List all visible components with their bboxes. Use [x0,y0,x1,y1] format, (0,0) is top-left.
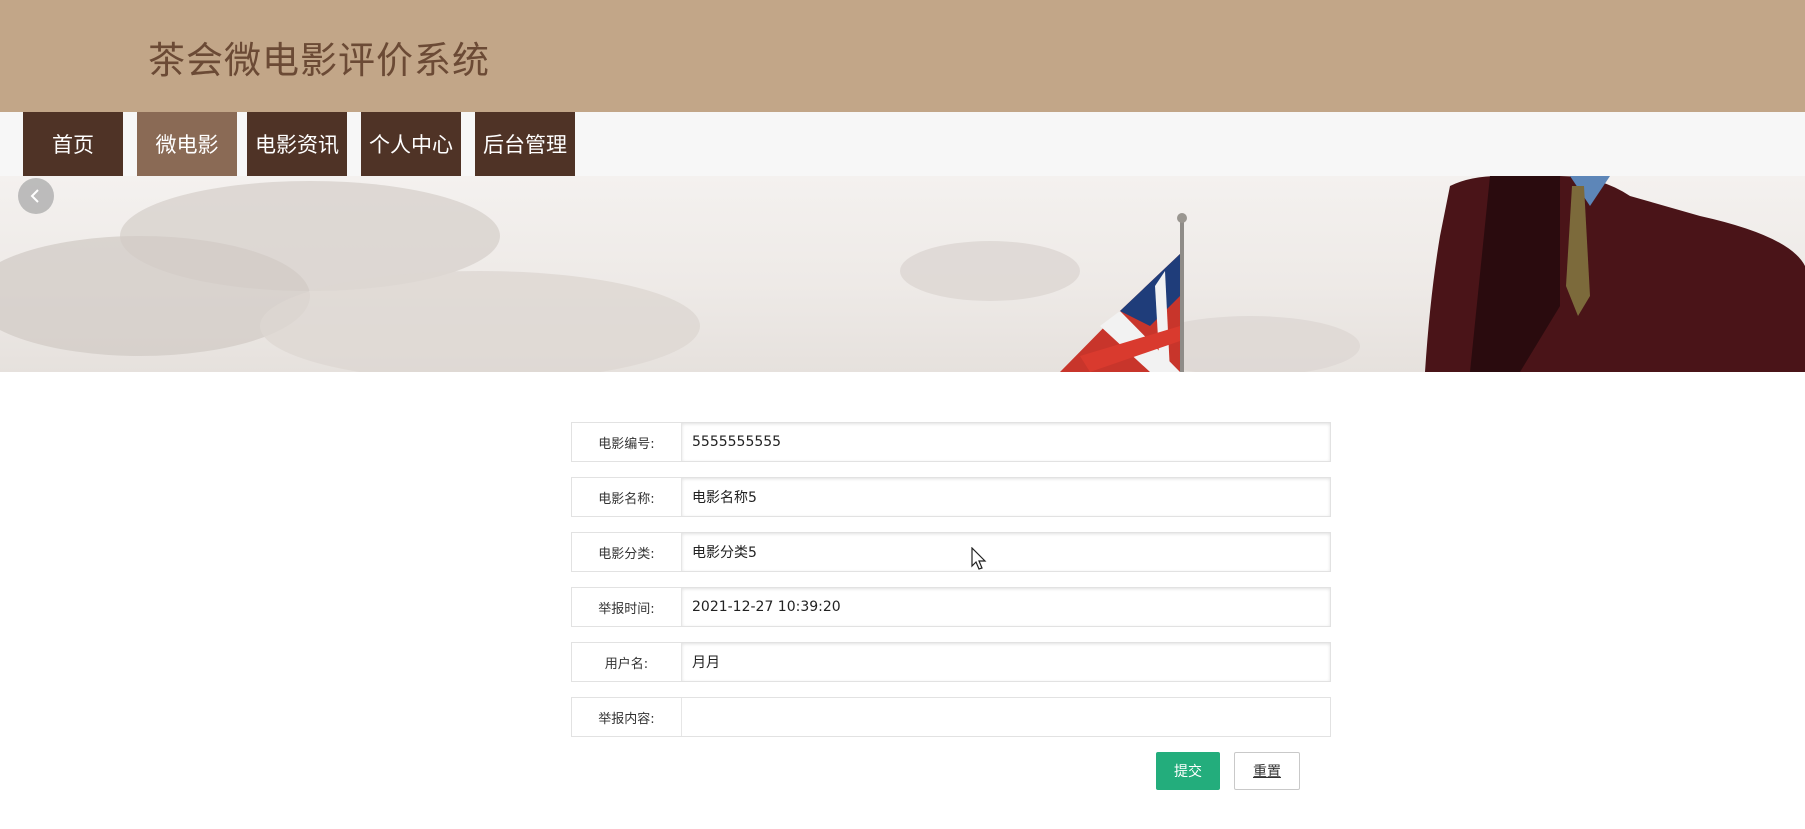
film-id-input[interactable]: 5555555555 [682,423,1330,461]
nav-item-film-news[interactable]: 电影资讯 [247,112,347,176]
banner-image [0,176,1805,372]
username-input[interactable]: 月月 [682,643,1330,681]
site-title: 茶会微电影评价系统 [148,39,490,82]
film-name-label: 电影名称: [572,478,682,516]
film-id-label: 电影编号: [572,423,682,461]
banner-carousel[interactable] [0,176,1805,372]
form-row-report-time: 举报时间: 2021-12-27 10:39:20 [571,587,1331,627]
username-label: 用户名: [572,643,682,681]
report-time-label: 举报时间: [572,588,682,626]
reset-button[interactable]: 重置 [1234,752,1300,790]
form-row-username: 用户名: 月月 [571,642,1331,682]
form-row-film-name: 电影名称: 电影名称5 [571,477,1331,517]
film-category-input[interactable]: 电影分类5 [682,533,1330,571]
main-navbar: 首页 微电影 电影资讯 个人中心 后台管理 [0,112,1805,176]
nav-item-personal-center[interactable]: 个人中心 [361,112,461,176]
mouse-cursor-icon [971,547,987,570]
site-header: 茶会微电影评价系统 [0,0,1805,112]
nav-item-admin[interactable]: 后台管理 [475,112,575,176]
banner-prev-button[interactable] [18,178,54,214]
report-content-label: 举报内容: [572,698,682,736]
report-time-input[interactable]: 2021-12-27 10:39:20 [682,588,1330,626]
report-content-input[interactable] [682,698,1330,736]
film-category-label: 电影分类: [572,533,682,571]
nav-item-micro-film[interactable]: 微电影 [137,112,237,176]
film-name-input[interactable]: 电影名称5 [682,478,1330,516]
form-row-report-content: 举报内容: [571,697,1331,737]
submit-button[interactable]: 提交 [1156,752,1220,790]
form-row-film-id: 电影编号: 5555555555 [571,422,1331,462]
form-row-film-category: 电影分类: 电影分类5 [571,532,1331,572]
nav-item-home[interactable]: 首页 [23,112,123,176]
chevron-left-icon [30,189,39,203]
